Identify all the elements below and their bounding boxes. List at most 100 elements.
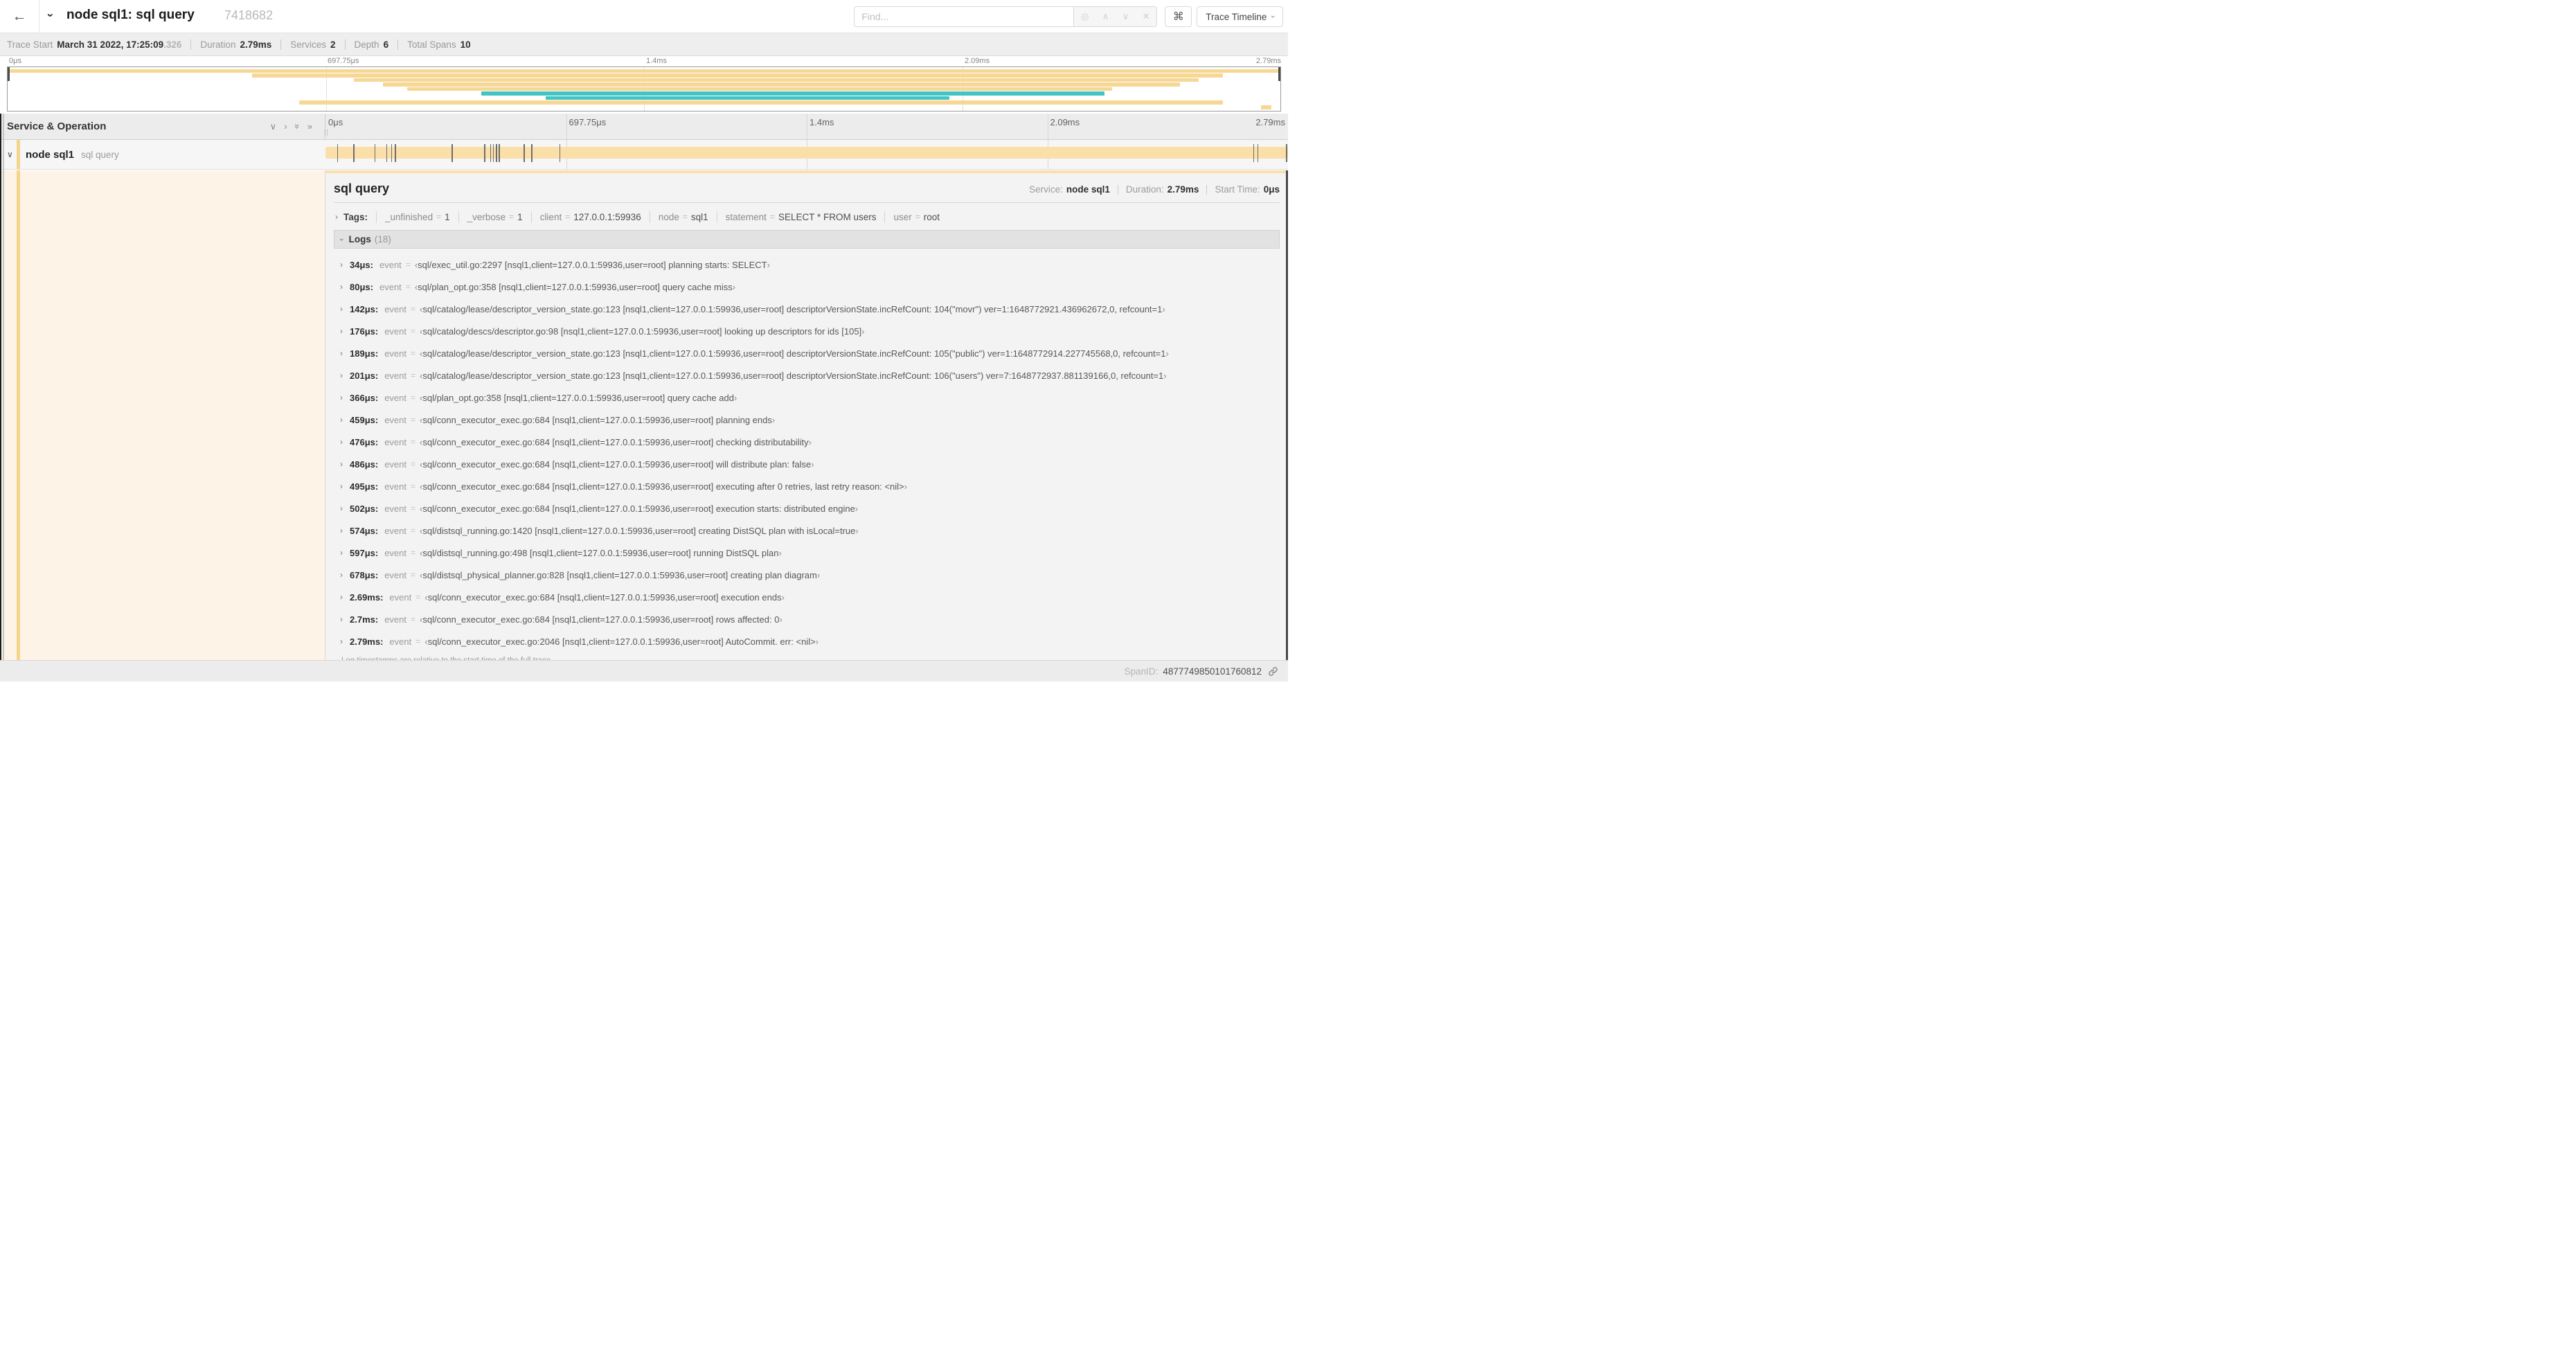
- log-expand-icon[interactable]: ›: [340, 526, 343, 535]
- log-expand-icon[interactable]: ›: [340, 304, 343, 314]
- log-expand-icon[interactable]: ›: [340, 592, 343, 602]
- log-expand-icon[interactable]: ›: [340, 437, 343, 447]
- log-expand-icon[interactable]: ›: [340, 570, 343, 580]
- tags-row[interactable]: › Tags: _unfinished = 1 _verbose = 1 cli…: [334, 208, 1280, 225]
- left-scrollbar-track[interactable]: [3, 114, 4, 660]
- detail-meta-item: Service: node sql1: [1029, 184, 1110, 195]
- log-row[interactable]: › 574μs: event = ‹sql/distsql_running.go…: [340, 519, 1280, 542]
- log-timestamp: 476μs:: [350, 436, 379, 447]
- expand-all-icon[interactable]: »: [292, 124, 303, 129]
- tag-value: 1: [517, 211, 523, 222]
- log-row[interactable]: › 495μs: event = ‹sql/conn_executor_exec…: [340, 475, 1280, 497]
- column-resize-handle[interactable]: ||: [324, 129, 329, 136]
- log-expand-icon[interactable]: ›: [340, 459, 343, 469]
- log-expand-icon[interactable]: ›: [340, 481, 343, 491]
- log-field-key: event: [384, 525, 407, 536]
- back-button[interactable]: ←: [0, 0, 39, 33]
- left-scrollbar-thumb[interactable]: [0, 114, 1, 660]
- minimap-canvas[interactable]: [7, 66, 1281, 112]
- minimap-tick-label: 2.09ms: [965, 57, 990, 65]
- right-scrollbar-thumb[interactable]: [1285, 170, 1288, 660]
- log-expand-icon[interactable]: ›: [340, 636, 343, 646]
- ruler-tick-label: 2.09ms: [1050, 117, 1080, 127]
- keyboard-shortcuts-button[interactable]: ⌘: [1165, 6, 1192, 27]
- minimap-span-row: [8, 96, 1280, 100]
- log-row[interactable]: › 2.69ms: event = ‹sql/conn_executor_exe…: [340, 586, 1280, 608]
- logs-header[interactable]: › Logs (18): [334, 230, 1280, 249]
- log-row[interactable]: › 34μs: event = ‹sql/exec_util.go:2297 […: [340, 253, 1280, 276]
- log-row[interactable]: › 80μs: event = ‹sql/plan_opt.go:358 [ns…: [340, 276, 1280, 298]
- tag-equals: =: [915, 212, 920, 222]
- minimap-span-row: [8, 87, 1280, 91]
- trace-view-selector[interactable]: Trace Timeline ›: [1197, 6, 1283, 27]
- log-message: ‹sql/distsql_running.go:498 [nsql1,clien…: [420, 547, 782, 558]
- logs-count: (18): [374, 234, 391, 244]
- log-expand-icon[interactable]: ›: [340, 348, 343, 358]
- span-duration-bar[interactable]: [325, 147, 1288, 159]
- log-expand-icon[interactable]: ›: [340, 371, 343, 380]
- collapse-one-icon[interactable]: ›: [284, 121, 287, 132]
- log-equals: =: [411, 415, 416, 425]
- tags-expand-icon[interactable]: ›: [335, 212, 338, 222]
- next-result-icon[interactable]: ∨: [1122, 11, 1129, 22]
- log-row[interactable]: › 142μs: event = ‹sql/catalog/lease/desc…: [340, 298, 1280, 320]
- log-row[interactable]: › 189μs: event = ‹sql/catalog/lease/desc…: [340, 342, 1280, 364]
- prev-result-icon[interactable]: ∧: [1102, 11, 1109, 22]
- expand-one-icon[interactable]: »: [307, 121, 312, 132]
- collapse-all-icon[interactable]: ∨: [270, 121, 277, 132]
- minimap-right-scrubber[interactable]: [1278, 67, 1280, 81]
- log-message: ‹sql/exec_util.go:2297 [nsql1,client=127…: [414, 259, 770, 270]
- log-field-key: event: [384, 392, 407, 403]
- log-row[interactable]: › 502μs: event = ‹sql/conn_executor_exec…: [340, 497, 1280, 519]
- log-timestamp: 176μs:: [350, 326, 379, 337]
- minimap-span-row: [8, 100, 1280, 105]
- logs-collapse-icon[interactable]: ›: [337, 238, 346, 241]
- span-collapse-icon[interactable]: ∨: [7, 150, 13, 159]
- span-log-marker: [490, 144, 492, 162]
- meta-value: 2.79ms: [1167, 184, 1199, 195]
- span-timeline-column[interactable]: [325, 140, 1288, 169]
- log-expand-icon[interactable]: ›: [340, 326, 343, 336]
- trace-collapse-icon[interactable]: ›: [44, 13, 57, 17]
- minimap-tick-label: 0μs: [9, 57, 21, 65]
- clear-find-icon[interactable]: ✕: [1143, 11, 1150, 22]
- copy-link-icon[interactable]: [1268, 666, 1278, 677]
- log-expand-icon[interactable]: ›: [340, 548, 343, 558]
- log-row[interactable]: › 476μs: event = ‹sql/conn_executor_exec…: [340, 431, 1280, 453]
- detail-operation-title: sql query: [334, 181, 390, 195]
- log-expand-icon[interactable]: ›: [340, 415, 343, 425]
- log-equals: =: [411, 326, 416, 336]
- summary-value-suffix: .326: [163, 39, 182, 50]
- minimap-tick-label: 1.4ms: [646, 57, 667, 65]
- log-row[interactable]: › 678μs: event = ‹sql/distsql_physical_p…: [340, 564, 1280, 586]
- log-expand-icon[interactable]: ›: [340, 260, 343, 269]
- log-expand-icon[interactable]: ›: [340, 282, 343, 292]
- tag-equals: =: [769, 212, 775, 222]
- log-row[interactable]: › 459μs: event = ‹sql/conn_executor_exec…: [340, 409, 1280, 431]
- log-expand-icon[interactable]: ›: [340, 393, 343, 402]
- log-row[interactable]: › 176μs: event = ‹sql/catalog/descs/desc…: [340, 320, 1280, 342]
- log-row[interactable]: › 201μs: event = ‹sql/catalog/lease/desc…: [340, 364, 1280, 386]
- log-row[interactable]: › 597μs: event = ‹sql/distsql_running.go…: [340, 542, 1280, 564]
- log-row[interactable]: › 486μs: event = ‹sql/conn_executor_exec…: [340, 453, 1280, 475]
- expand-collapse-controls: ∨ › » »: [270, 114, 312, 139]
- span-name-column: ∨ node sql1 sql query: [0, 140, 325, 169]
- log-row[interactable]: › 2.7ms: event = ‹sql/conn_executor_exec…: [340, 608, 1280, 630]
- locate-icon[interactable]: ◎: [1081, 11, 1089, 22]
- span-log-marker: [374, 144, 376, 162]
- minimap-span-row: [8, 105, 1280, 109]
- log-expand-icon[interactable]: ›: [340, 504, 343, 513]
- log-field-key: event: [384, 503, 407, 514]
- log-field-key: event: [379, 281, 402, 292]
- find-input[interactable]: [854, 6, 1075, 27]
- span-detail-region: sql query Service: node sql1 Duration: 2…: [0, 170, 1288, 660]
- log-equals: =: [411, 504, 416, 513]
- log-message: ‹sql/conn_executor_exec.go:684 [nsql1,cl…: [420, 458, 814, 470]
- log-expand-icon[interactable]: ›: [340, 614, 343, 624]
- span-row[interactable]: ∨ node sql1 sql query: [0, 140, 1288, 170]
- log-row[interactable]: › 366μs: event = ‹sql/plan_opt.go:358 [n…: [340, 386, 1280, 409]
- minimap-left-scrubber[interactable]: [8, 67, 10, 81]
- log-timestamp: 201μs:: [350, 370, 379, 381]
- log-row[interactable]: › 2.79ms: event = ‹sql/conn_executor_exe…: [340, 630, 1280, 652]
- tags-label[interactable]: Tags:: [343, 212, 368, 222]
